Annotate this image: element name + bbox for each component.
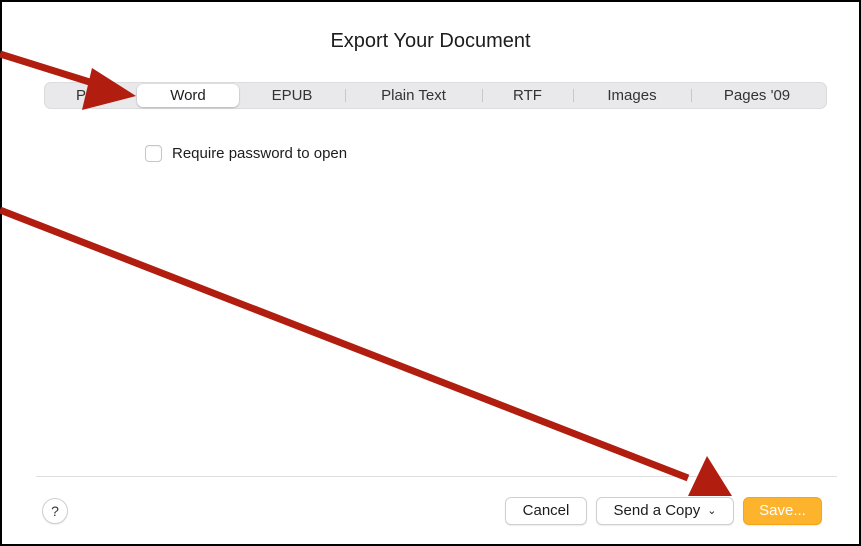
save-button[interactable]: Save... bbox=[743, 497, 822, 525]
tab-pdf[interactable]: PDF bbox=[52, 82, 130, 109]
help-button[interactable]: ? bbox=[42, 498, 68, 524]
dialog-title: Export Your Document bbox=[330, 30, 531, 52]
require-password-checkbox[interactable] bbox=[145, 144, 162, 162]
cancel-button[interactable]: Cancel bbox=[505, 497, 587, 525]
require-password-label: Require password to open bbox=[172, 144, 348, 162]
tab-images[interactable]: Images bbox=[574, 82, 690, 109]
send-a-copy-button[interactable]: Send a Copy ⌄ bbox=[596, 497, 734, 525]
format-segmented-control: PDF Word EPUB Plain Text RTF Images Page… bbox=[44, 82, 827, 109]
tab-rtf[interactable]: RTF bbox=[483, 82, 572, 109]
tab-plain-text[interactable]: Plain Text bbox=[346, 82, 481, 109]
tab-word[interactable]: Word bbox=[137, 84, 239, 107]
require-password-option[interactable]: Require password to open bbox=[145, 142, 347, 164]
chevron-down-icon: ⌄ bbox=[707, 505, 717, 517]
export-dialog: Export Your Document PDF Word EPUB Plain… bbox=[0, 0, 861, 546]
footer-divider bbox=[36, 476, 837, 477]
tab-pages-09[interactable]: Pages '09 bbox=[692, 82, 822, 109]
send-a-copy-label: Send a Copy bbox=[613, 502, 701, 519]
tab-epub[interactable]: EPUB bbox=[240, 82, 344, 109]
